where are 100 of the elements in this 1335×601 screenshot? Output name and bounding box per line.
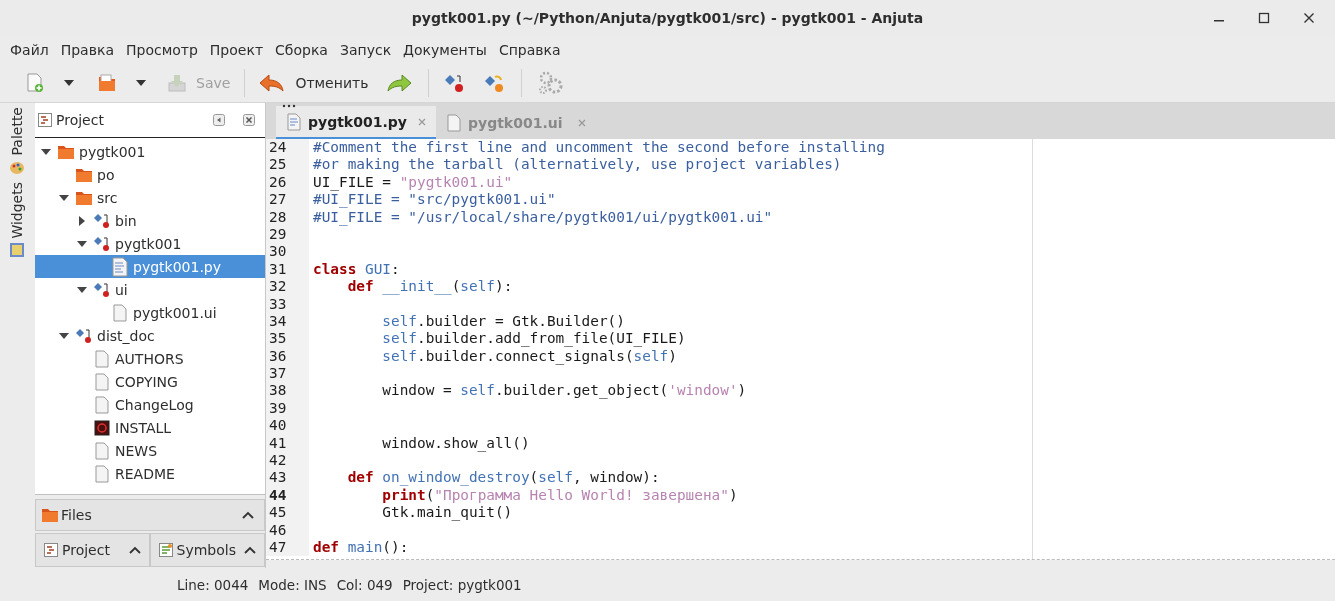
files-panel-header[interactable]: Files [35, 499, 265, 531]
menu-item[interactable]: Файл [4, 42, 55, 58]
line-number: 45 [266, 504, 309, 522]
line-number: 25 [266, 156, 309, 174]
dropdown-caret-icon[interactable] [64, 80, 74, 86]
save-icon [168, 74, 186, 92]
code-line: #Comment the first line and uncomment the second before installing [312, 139, 885, 157]
panel-title: Project [56, 112, 104, 128]
file-icon [446, 113, 462, 132]
tree-item[interactable]: NEWS [35, 439, 265, 462]
tree-item[interactable]: pygtk001 [35, 232, 265, 255]
folder-icon [75, 189, 93, 206]
status-text: Line: 0044 [177, 576, 249, 593]
line-number: 38 [266, 382, 309, 400]
widgets-icon [8, 242, 25, 259]
line-number: 30 [266, 243, 309, 261]
dropdown-caret-icon[interactable] [136, 80, 146, 86]
menu-item[interactable]: Просмотр [119, 42, 204, 58]
chevron-up-icon [244, 546, 256, 554]
menu-item[interactable]: Справка [492, 42, 567, 58]
redo-icon[interactable] [386, 73, 413, 93]
side-tab[interactable]: Palette [8, 107, 25, 176]
tree-item[interactable]: COPYING [35, 370, 265, 393]
panel-tab[interactable]: Project [35, 533, 150, 567]
code-line: class GUI: [312, 260, 400, 279]
code-line: self.builder.add_from_file(UI_FILE) [381, 330, 686, 348]
menu-item[interactable]: Запуск [333, 42, 398, 58]
menu-item[interactable]: Документы [397, 42, 493, 58]
expanded-arrow-icon[interactable] [77, 284, 87, 295]
undo-icon [259, 73, 286, 93]
line-number: 32 [266, 278, 309, 296]
project-icon [38, 113, 52, 127]
menu-item[interactable]: Проект [203, 42, 270, 58]
tree-item[interactable]: INSTALL [35, 416, 265, 439]
collapse-icon[interactable] [213, 114, 225, 126]
code-line: #UI_FILE = "src/pygtk001.ui" [312, 191, 556, 209]
source-file-icon [286, 112, 302, 131]
undo-button[interactable]: Отменить [251, 69, 377, 97]
target-icon [93, 212, 111, 229]
open-folder-icon[interactable] [98, 74, 116, 92]
line-number: 37 [266, 365, 309, 383]
expanded-arrow-icon[interactable] [59, 192, 69, 203]
chevron-up-icon [242, 511, 254, 519]
line-number: 40 [266, 417, 309, 435]
file-icon [93, 441, 111, 460]
line-number: 43 [266, 469, 309, 487]
line-number: 42 [266, 452, 309, 470]
code-line: Gtk.main_quit() [381, 504, 513, 522]
file-icon [111, 303, 129, 322]
tree-item[interactable]: ChangeLog [35, 393, 265, 416]
close-icon[interactable] [243, 114, 255, 126]
symbols-icon [158, 543, 173, 557]
menu-item[interactable]: Правка [54, 42, 120, 58]
build-icon[interactable] [445, 73, 466, 93]
line-number: 35 [266, 330, 309, 348]
tree-item[interactable]: po [35, 163, 265, 186]
code-line: #UI_FILE = "/usr/local/share/pygtk001/ui/pygtk001.ui" [312, 208, 773, 226]
expanded-arrow-icon[interactable] [59, 330, 69, 341]
side-tab[interactable]: Widgets [8, 181, 25, 259]
code-line: def __init__(self): [346, 278, 513, 296]
tree-item[interactable]: ui [35, 278, 265, 301]
window-title: pygtk001.py (~/Python/Anjuta/pygtk001/src) - pygtk001 - Anjuta [411, 10, 924, 26]
status-text: Mode: INS [258, 576, 327, 593]
file-icon [93, 464, 111, 483]
code-line: #or making the tarball (alternatively, use project variables) [312, 156, 842, 174]
code-line: window = self.builder.get_object('window') [381, 382, 747, 400]
source-file-icon [111, 256, 129, 277]
code-line: self.builder = Gtk.Builder() [381, 312, 625, 331]
target-icon [93, 281, 111, 298]
close-icon[interactable] [1303, 12, 1315, 24]
chevron-up-icon [128, 546, 141, 554]
expanded-arrow-icon[interactable] [41, 146, 51, 157]
tree-item[interactable]: bin [35, 209, 265, 232]
palette-icon [8, 159, 25, 176]
line-number: 27 [266, 191, 309, 209]
tree-item[interactable]: dist_doc [35, 324, 265, 347]
target-icon [75, 327, 93, 344]
panel-tab[interactable]: Symbols [149, 533, 265, 567]
editor-tab[interactable]: pygtk001.py [276, 106, 436, 139]
code-line: print("Программа Hello World! завершена") [381, 486, 738, 505]
build-icon[interactable] [485, 73, 506, 93]
expanded-arrow-icon[interactable] [77, 238, 87, 249]
file-icon [93, 349, 111, 368]
tree-item[interactable]: pygtk001 [35, 140, 265, 163]
line-number: 24 [266, 139, 309, 157]
tree-item[interactable]: pygtk001.ui [35, 301, 265, 324]
folder-icon [41, 507, 59, 523]
folder-icon [57, 143, 75, 160]
status-text: Project: pygtk001 [402, 576, 522, 593]
tree-item[interactable]: AUTHORS [35, 347, 265, 370]
tree-item[interactable]: src [35, 186, 265, 209]
collapsed-arrow-icon[interactable] [77, 215, 87, 226]
project-icon [44, 543, 58, 557]
code-line: self.builder.connect_signals(self) [381, 347, 677, 366]
code-line: UI_FILE = "pygtk001.ui" [312, 173, 513, 192]
menu-item[interactable]: Сборка [269, 42, 334, 58]
tree-item[interactable]: README [35, 462, 265, 485]
file-icon [93, 372, 111, 391]
maximize-icon[interactable] [1258, 12, 1270, 24]
code-line: def on_window_destroy(self, window): [346, 469, 660, 487]
